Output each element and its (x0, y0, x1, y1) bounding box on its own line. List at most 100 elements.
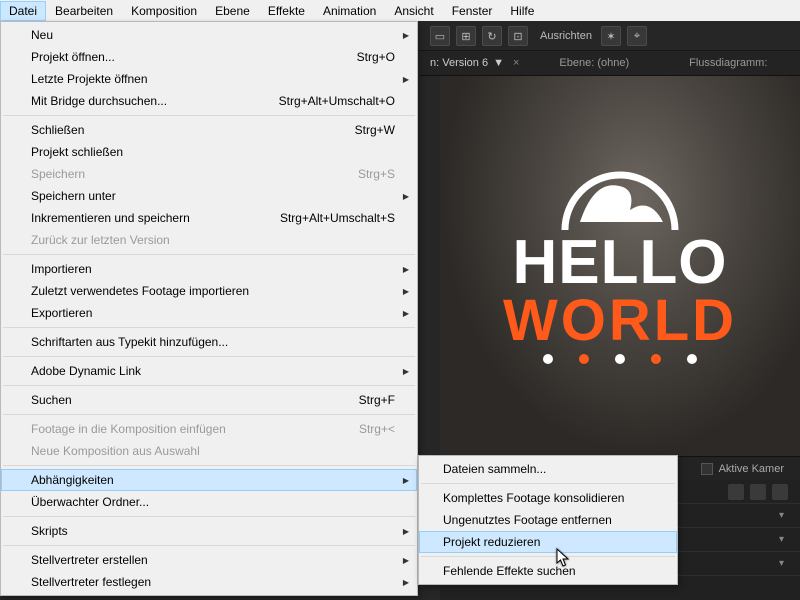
menu-separator (3, 356, 415, 357)
menu-item-label: Letzte Projekte öffnen (31, 72, 148, 86)
flow-field: Flussdiagramm: (689, 57, 767, 69)
menu-shortcut: Strg+W (355, 123, 395, 137)
menu-item[interactable]: Speichern unter (1, 185, 417, 207)
menu-shortcut: Strg+F (359, 393, 395, 407)
menu-separator (3, 545, 415, 546)
menu-item[interactable]: Ungenutztes Footage entfernen (419, 509, 677, 531)
composition-tab[interactable]: n: Version 6 ▼ × (420, 51, 529, 75)
menu-item[interactable]: Neu (1, 24, 417, 46)
menu-fenster[interactable]: Fenster (443, 1, 502, 21)
menu-shortcut: Strg+S (358, 167, 395, 181)
menu-animation[interactable]: Animation (314, 1, 385, 21)
menu-separator (3, 414, 415, 415)
menu-item-label: Projekt schließen (31, 145, 123, 159)
menu-item[interactable]: Projekt schließen (1, 141, 417, 163)
menu-item: Footage in die Komposition einfügen Strg+… (1, 418, 417, 440)
menu-ebene[interactable]: Ebene (206, 1, 259, 21)
menu-item[interactable]: Dateien sammeln... (419, 458, 677, 480)
menu-bar[interactable]: DateiBearbeitenKompositionEbeneEffekteAn… (0, 0, 800, 21)
grid-toggle[interactable] (701, 463, 713, 475)
menu-item-label: Suchen (31, 393, 72, 407)
menu-separator (3, 327, 415, 328)
menu-item[interactable]: SchließenStrg+W (1, 119, 417, 141)
menu-item[interactable]: Projekt reduzieren (419, 531, 677, 553)
tool-button[interactable]: ✶ (601, 26, 621, 46)
menu-item[interactable]: Mit Bridge durchsuchen...Strg+Alt+Umscha… (1, 90, 417, 112)
chevron-down-icon[interactable]: ▾ (775, 534, 788, 545)
menu-item-label: Neu (31, 28, 53, 42)
menu-ansicht[interactable]: Ansicht (385, 1, 442, 21)
logo-line1: HELLO (503, 234, 737, 293)
tool-button[interactable]: ↻ (482, 26, 502, 46)
menu-separator (3, 516, 415, 517)
tool-button[interactable]: ⌖ (627, 26, 647, 46)
menu-item[interactable]: Inkrementieren und speichernStrg+Alt+Ums… (1, 207, 417, 229)
menu-item[interactable]: Importieren (1, 258, 417, 280)
logo: HELLO WORLD (503, 152, 737, 364)
menu-bearbeiten[interactable]: Bearbeiten (46, 1, 122, 21)
menu-item-label: Speichern (31, 167, 85, 181)
tool-button[interactable]: ⊡ (508, 26, 528, 46)
layer-switch-icon[interactable] (750, 484, 766, 500)
camera-label: Aktive Kamer (719, 463, 784, 475)
menu-item: Zurück zur letzten Version (1, 229, 417, 251)
menu-komposition[interactable]: Komposition (122, 1, 206, 21)
menu-item-label: Footage in die Komposition einfügen (31, 422, 226, 436)
menu-item[interactable]: Schriftarten aus Typekit hinzufügen... (1, 331, 417, 353)
logo-line2: WORLD (503, 293, 737, 348)
tool-button[interactable]: ⊞ (456, 26, 476, 46)
menu-item[interactable]: Stellvertreter erstellen (1, 549, 417, 571)
app-window: ▭ ⊞ ↻ ⊡ Ausrichten ✶ ⌖ n: Version 6 ▼ × … (0, 0, 800, 600)
layer-switch-icon[interactable] (728, 484, 744, 500)
composition-preview[interactable]: HELLO WORLD (440, 76, 800, 456)
dependencies-submenu: Dateien sammeln... Komplettes Footage kon… (418, 455, 678, 585)
menu-item[interactable]: Fehlende Effekte suchen (419, 560, 677, 582)
menu-item[interactable]: Stellvertreter festlegen (1, 571, 417, 593)
menu-item-label: Neue Komposition aus Auswahl (31, 444, 200, 458)
menu-item-label: Mit Bridge durchsuchen... (31, 94, 167, 108)
menu-item[interactable]: Zuletzt verwendetes Footage importieren (1, 280, 417, 302)
menu-item[interactable]: Abhängigkeiten (1, 469, 417, 491)
menu-item-label: Schriftarten aus Typekit hinzufügen... (31, 335, 228, 349)
tool-button[interactable]: ▭ (430, 26, 450, 46)
menu-item-label: Adobe Dynamic Link (31, 364, 141, 378)
layer-switch-icon[interactable] (772, 484, 788, 500)
menu-item[interactable]: Adobe Dynamic Link (1, 360, 417, 382)
menu-shortcut: Strg+Alt+Umschalt+S (280, 211, 395, 225)
menu-item-label: Stellvertreter festlegen (31, 575, 151, 589)
menu-item-label: Dateien sammeln... (443, 462, 546, 476)
file-menu-dropdown: Neu Projekt öffnen...Strg+O Letzte Projekt… (0, 21, 418, 596)
menu-shortcut: Strg+O (357, 50, 395, 64)
menu-datei[interactable]: Datei (0, 1, 46, 21)
menu-item[interactable]: Letzte Projekte öffnen (1, 68, 417, 90)
menu-separator (421, 483, 675, 484)
menu-item-label: Überwachter Ordner... (31, 495, 149, 509)
menu-separator (3, 465, 415, 466)
menu-item-label: Importieren (31, 262, 92, 276)
menu-item[interactable]: Komplettes Footage konsolidieren (419, 487, 677, 509)
menu-effekte[interactable]: Effekte (259, 1, 314, 21)
globe-icon (555, 152, 685, 230)
menu-item-label: Stellvertreter erstellen (31, 553, 148, 567)
menu-separator (421, 556, 675, 557)
menu-item: Neue Komposition aus Auswahl (1, 440, 417, 462)
chevron-down-icon[interactable]: ▾ (775, 510, 788, 521)
menu-item[interactable]: Suchen Strg+F (1, 389, 417, 411)
close-icon[interactable]: × (513, 57, 519, 69)
menu-item[interactable]: Überwachter Ordner... (1, 491, 417, 513)
chevron-down-icon[interactable]: ▾ (775, 558, 788, 569)
tab-label: n: Version 6 (430, 57, 488, 69)
menu-item-label: Speichern unter (31, 189, 116, 203)
menu-item[interactable]: Projekt öffnen...Strg+O (1, 46, 417, 68)
menu-item-label: Exportieren (31, 306, 92, 320)
menu-item-label: Skripts (31, 524, 68, 538)
menu-item[interactable]: Skripts (1, 520, 417, 542)
menu-separator (3, 385, 415, 386)
menu-item[interactable]: Exportieren (1, 302, 417, 324)
menu-separator (3, 115, 415, 116)
menu-shortcut: Strg+< (359, 422, 395, 436)
menu-item-label: Zuletzt verwendetes Footage importieren (31, 284, 249, 298)
menu-item-label: Zurück zur letzten Version (31, 233, 170, 247)
menu-hilfe[interactable]: Hilfe (501, 1, 543, 21)
menu-item-label: Ungenutztes Footage entfernen (443, 513, 612, 527)
